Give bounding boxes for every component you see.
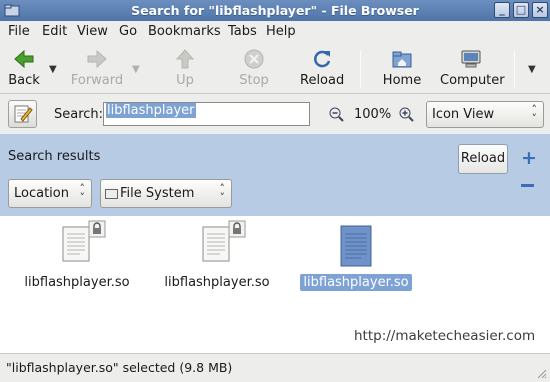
stop-icon [244, 49, 264, 69]
home-button[interactable]: Home [382, 48, 422, 88]
toolbar-overflow-chevron-icon[interactable]: ▼ [528, 64, 536, 75]
updown-chevron-icon: ˄ ˅ [219, 182, 226, 204]
forward-history-chevron-icon[interactable]: ▼ [132, 64, 140, 75]
minimize-button[interactable]: _ [494, 2, 510, 18]
search-bar: Search: libflashplayer 100% Icon View ˄ ˅ [0, 94, 550, 134]
remove-criterion-icon[interactable] [521, 184, 534, 187]
file-name: libflashplayer.so [300, 274, 412, 291]
forward-arrow-icon [87, 49, 107, 69]
search-results-pane: Search results Reload + Location ˄ ˅ File… [0, 134, 550, 216]
search-input[interactable]: libflashplayer [103, 102, 310, 126]
criterion-type-value: Location [14, 186, 69, 201]
file-item[interactable]: libflashplayer.so [17, 220, 137, 291]
view-mode-select[interactable]: Icon View ˄ ˅ [426, 101, 544, 128]
maximize-button[interactable]: □ [513, 2, 529, 18]
document-icon [340, 225, 372, 267]
file-item-selected[interactable]: libflashplayer.so [296, 224, 416, 291]
home-folder-icon [392, 51, 412, 68]
back-button[interactable]: Back [8, 48, 40, 88]
back-history-chevron-icon[interactable]: ▼ [49, 64, 57, 75]
reload-label: Reload [300, 73, 345, 88]
location-value: File System [120, 186, 195, 201]
toolbar-separator [514, 50, 515, 88]
computer-button[interactable]: Computer [440, 48, 505, 88]
forward-button[interactable]: Forward [70, 48, 124, 88]
updown-chevron-icon: ˄ ˅ [79, 182, 86, 204]
results-reload-button[interactable]: Reload [458, 144, 508, 174]
zoom-out-icon[interactable] [328, 106, 344, 122]
home-label: Home [382, 73, 422, 88]
file-name: libflashplayer.so [24, 275, 130, 290]
back-label: Back [8, 73, 40, 88]
menu-edit[interactable]: Edit [42, 24, 67, 39]
updown-chevron-icon: ˄ ˅ [531, 103, 538, 125]
resize-grip-icon[interactable] [535, 367, 547, 379]
watermark-text: http://maketecheasier.com [354, 328, 536, 344]
drive-icon [105, 189, 118, 199]
reload-icon [314, 50, 331, 68]
stop-button[interactable]: Stop [238, 48, 270, 88]
menu-file[interactable]: File [8, 24, 30, 39]
toolbar-separator [360, 50, 361, 88]
menu-view[interactable]: View [77, 24, 108, 39]
stop-label: Stop [239, 73, 269, 88]
up-arrow-icon [175, 49, 195, 69]
reload-button[interactable]: Reload [300, 48, 344, 88]
lock-icon [228, 220, 246, 238]
criterion-type-select[interactable]: Location ˄ ˅ [8, 179, 92, 208]
file-item[interactable]: libflashplayer.so [157, 220, 277, 291]
menu-bookmarks[interactable]: Bookmarks [148, 24, 221, 39]
toolbar: Back ▼ Forward ▼ Up Stop Reload Home Com… [0, 42, 550, 94]
location-select[interactable]: File System ˄ ˅ [100, 179, 232, 208]
file-name: libflashplayer.so [164, 275, 270, 290]
close-button[interactable]: × [532, 2, 548, 18]
computer-icon [461, 50, 481, 68]
search-results-title: Search results [8, 149, 101, 164]
title-bar: Search for "libflashplayer" - File Brows… [0, 0, 550, 21]
up-label: Up [176, 73, 194, 88]
edit-pencil-icon [14, 105, 33, 123]
menu-go[interactable]: Go [119, 24, 137, 39]
up-button[interactable]: Up [171, 48, 199, 88]
menu-help[interactable]: Help [266, 24, 296, 39]
toggle-location-entry-button[interactable] [8, 100, 37, 128]
zoom-in-icon[interactable] [398, 106, 414, 122]
computer-label: Computer [440, 73, 505, 88]
file-icon-view: libflashplayer.so libflashplayer.so libf… [0, 216, 550, 353]
search-label: Search: [54, 107, 104, 122]
search-input-value: libflashplayer [106, 103, 196, 118]
zoom-level: 100% [354, 107, 392, 122]
status-text: "libflashplayer.so" selected (9.8 MB) [6, 360, 233, 375]
back-arrow-icon [14, 49, 34, 69]
forward-label: Forward [70, 73, 124, 88]
view-mode-value: Icon View [432, 107, 495, 122]
menu-bar: File Edit View Go Bookmarks Tabs Help [0, 21, 550, 42]
menu-tabs[interactable]: Tabs [228, 24, 257, 39]
add-criterion-icon[interactable]: + [521, 147, 537, 169]
lock-icon [88, 220, 106, 238]
window-title: Search for "libflashplayer" - File Brows… [131, 3, 419, 18]
status-bar: "libflashplayer.so" selected (9.8 MB) [0, 353, 550, 382]
